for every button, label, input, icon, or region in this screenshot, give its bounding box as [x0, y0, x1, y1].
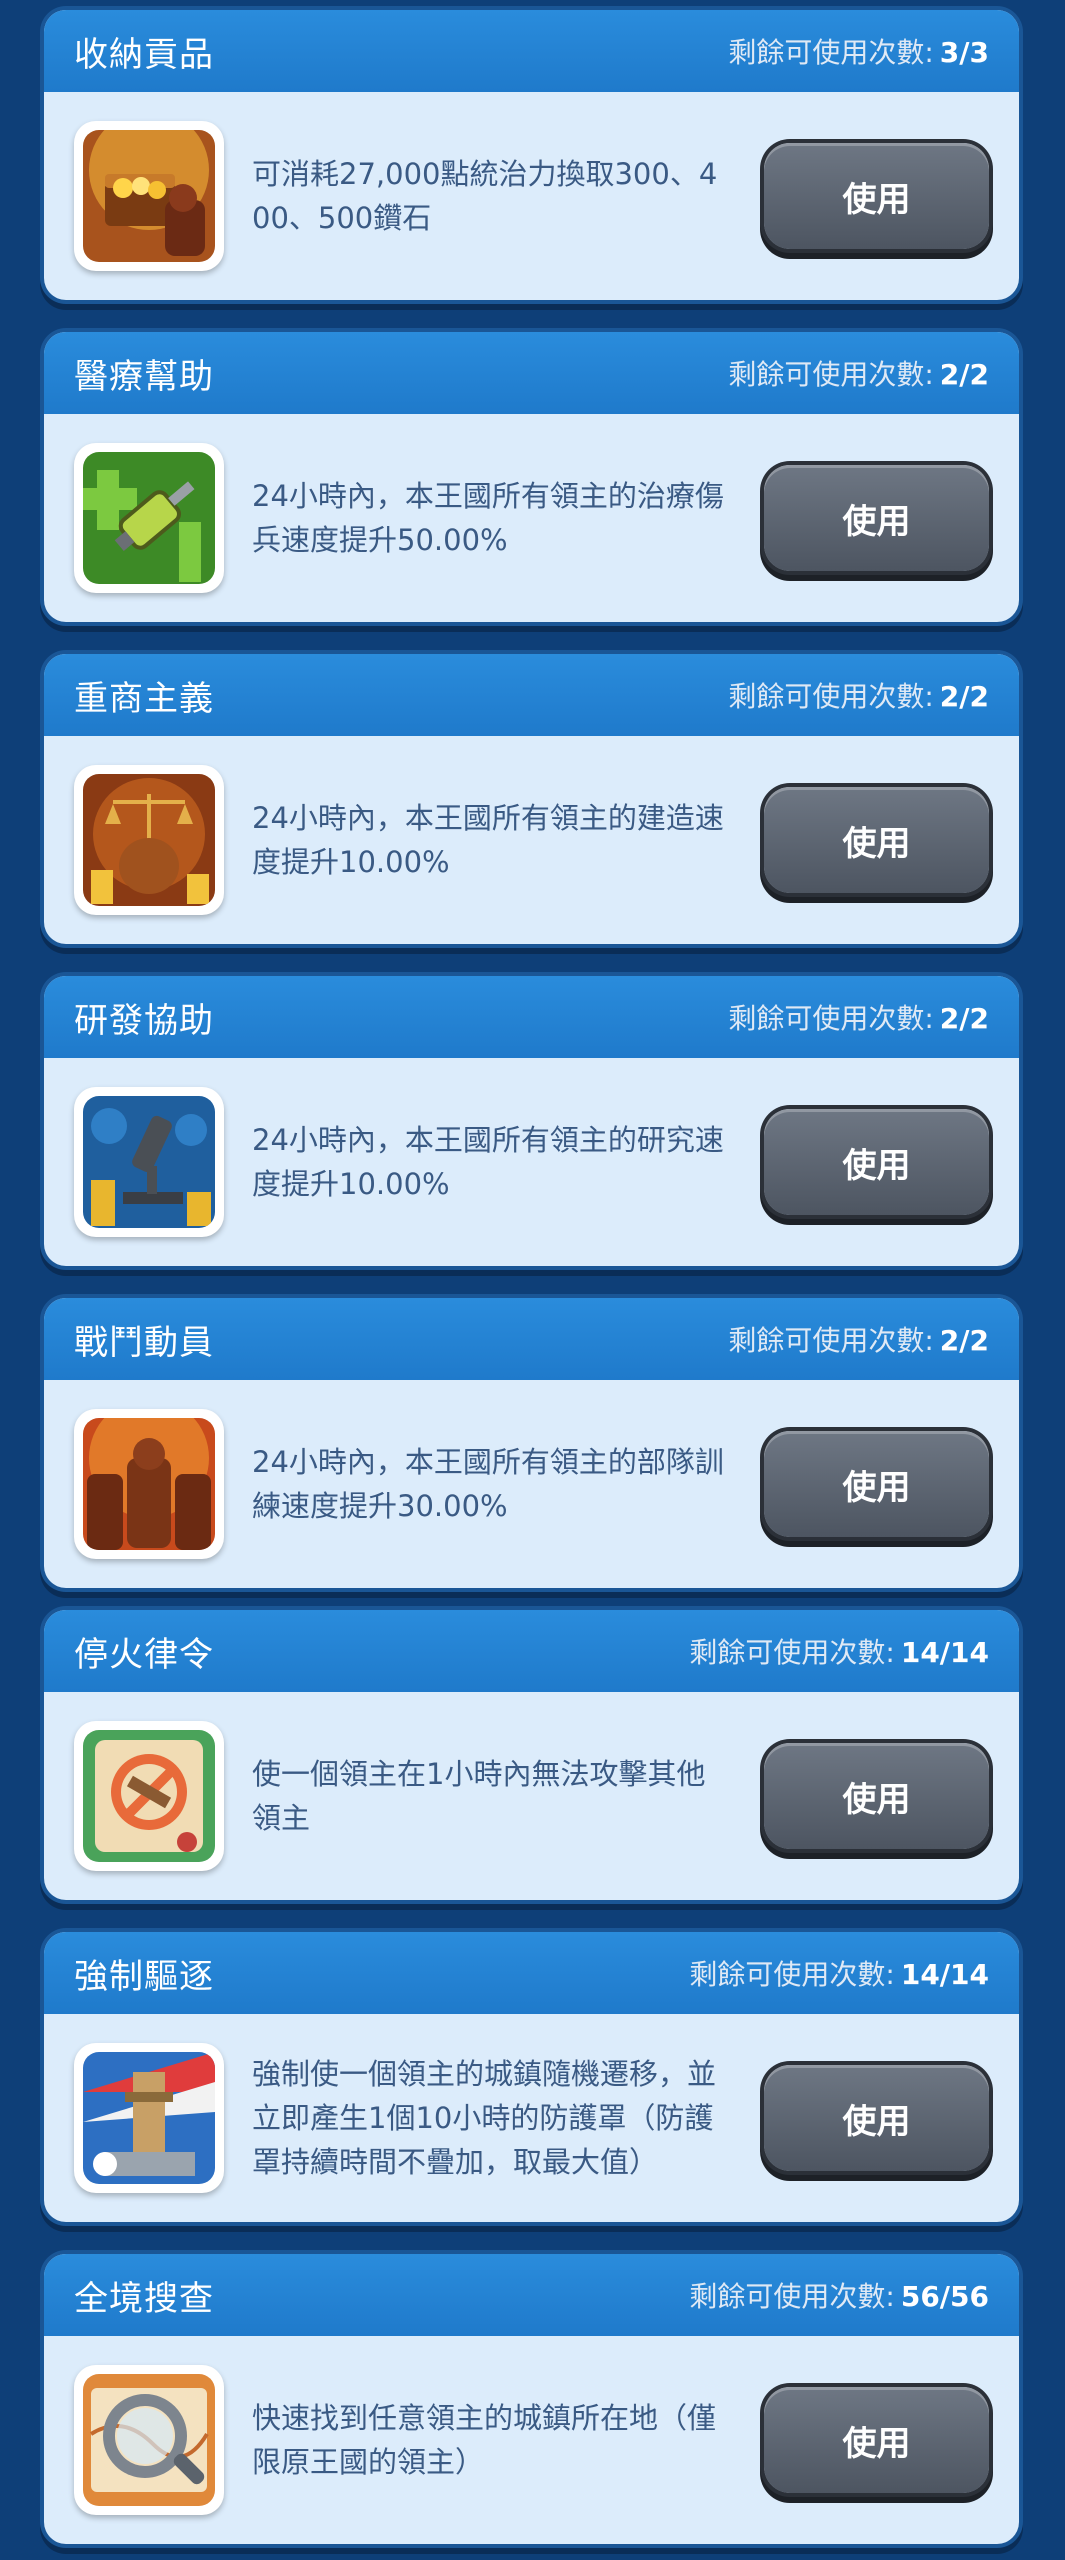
remaining-uses: 剩餘可使用次數: 14/14 — [689, 1953, 989, 1993]
card-title: 收納貢品 — [74, 34, 214, 75]
item-description: 強制使一個領主的城鎮隨機遷移，並立即產生1個10小時的防護罩（防護罩持續時間不疊… — [252, 2057, 717, 2179]
remaining-uses-count: 3/3 — [939, 36, 989, 69]
card-header: 全境搜查 剩餘可使用次數: 56/56 — [44, 2254, 1019, 2336]
card-body: 24小時內，本王國所有領主的建造速度提升10.00% 使用 — [44, 736, 1019, 944]
use-button[interactable]: 使用 — [764, 143, 989, 249]
remaining-uses-count: 2/2 — [939, 1002, 989, 1035]
kingdom-skill-list: 收納貢品 剩餘可使用次數: 3/3 可消耗27,000點統治力換取300、400… — [0, 0, 1065, 2560]
use-button[interactable]: 使用 — [764, 1431, 989, 1537]
medical-syringe-icon — [83, 452, 215, 584]
item-description: 24小時內，本王國所有領主的研究速度提升10.00% — [252, 1123, 724, 1201]
use-button[interactable]: 使用 — [764, 465, 989, 571]
item-description: 24小時內，本王國所有領主的建造速度提升10.00% — [252, 801, 724, 879]
card-title: 研發協助 — [74, 1000, 214, 1041]
icon-frame — [74, 1721, 224, 1871]
remaining-uses: 剩餘可使用次數: 2/2 — [728, 675, 989, 715]
remaining-uses-count: 14/14 — [900, 1958, 989, 1991]
card-title: 重商主義 — [74, 678, 214, 719]
remaining-uses-count: 14/14 — [900, 1636, 989, 1669]
remaining-uses-label: 剩餘可使用次數: — [689, 2280, 895, 2313]
card-body: 快速找到任意領主的城鎮所在地（僅限原王國的領主） 使用 — [44, 2336, 1019, 2544]
remaining-uses-label: 剩餘可使用次數: — [728, 1002, 934, 1035]
icon-frame — [74, 443, 224, 593]
remaining-uses: 剩餘可使用次數: 14/14 — [689, 1631, 989, 1671]
remaining-uses: 剩餘可使用次數: 56/56 — [689, 2275, 989, 2315]
icon-frame — [74, 1087, 224, 1237]
card-header: 強制驅逐 剩餘可使用次數: 14/14 — [44, 1932, 1019, 2014]
card-body: 使一個領主在1小時內無法攻擊其他領主 使用 — [44, 1692, 1019, 1900]
remaining-uses-label: 剩餘可使用次數: — [689, 1636, 895, 1669]
icon-frame — [74, 2043, 224, 2193]
skill-card-medical: 醫療幫助 剩餘可使用次數: 2/2 24小時內，本王國所有領主的治療傷兵速度提升… — [44, 332, 1019, 622]
skill-card-mercantilism: 重商主義 剩餘可使用次數: 2/2 24小時內，本王國所有領主的建造速度提升10… — [44, 654, 1019, 944]
skill-card-mobilize: 戰鬥動員 剩餘可使用次數: 2/2 24小時內，本王國所有領主的部隊訓練速度提升3… — [44, 1298, 1019, 1588]
use-button[interactable]: 使用 — [764, 2065, 989, 2171]
card-title: 醫療幫助 — [74, 356, 214, 397]
skill-card-tribute: 收納貢品 剩餘可使用次數: 3/3 可消耗27,000點統治力換取300、400… — [44, 10, 1019, 300]
remaining-uses-label: 剩餘可使用次數: — [728, 1324, 934, 1357]
card-body: 可消耗27,000點統治力換取300、400、500鑽石 使用 — [44, 92, 1019, 300]
troops-mobilize-icon — [83, 1418, 215, 1550]
icon-frame — [74, 765, 224, 915]
card-header: 停火律令 剩餘可使用次數: 14/14 — [44, 1610, 1019, 1692]
remaining-uses-label: 剩餘可使用次數: — [728, 36, 934, 69]
card-header: 收納貢品 剩餘可使用次數: 3/3 — [44, 10, 1019, 92]
card-header: 重商主義 剩餘可使用次數: 2/2 — [44, 654, 1019, 736]
ceasefire-scroll-icon — [83, 1730, 215, 1862]
remaining-uses: 剩餘可使用次數: 2/2 — [728, 997, 989, 1037]
merchant-scales-icon — [83, 774, 215, 906]
item-description: 快速找到任意領主的城鎮所在地（僅限原王國的領主） — [252, 2401, 717, 2479]
use-button[interactable]: 使用 — [764, 787, 989, 893]
skill-card-forced-relocation: 強制驅逐 剩餘可使用次數: 14/14 強制使一個領主的城鎮隨機遷移，並立即產生… — [44, 1932, 1019, 2222]
card-body: 強制使一個領主的城鎮隨機遷移，並立即產生1個10小時的防護罩（防護罩持續時間不疊… — [44, 2014, 1019, 2222]
treasure-chest-icon — [83, 130, 215, 262]
relocate-castle-icon — [83, 2052, 215, 2184]
use-button[interactable]: 使用 — [764, 1743, 989, 1849]
card-header: 醫療幫助 剩餘可使用次數: 2/2 — [44, 332, 1019, 414]
icon-frame — [74, 2365, 224, 2515]
remaining-uses-label: 剩餘可使用次數: — [728, 680, 934, 713]
item-description: 可消耗27,000點統治力換取300、400、500鑽石 — [252, 157, 718, 235]
remaining-uses: 剩餘可使用次數: 3/3 — [728, 31, 989, 71]
remaining-uses-count: 2/2 — [939, 1324, 989, 1357]
card-title: 戰鬥動員 — [74, 1322, 214, 1363]
remaining-uses-count: 2/2 — [939, 358, 989, 391]
card-body: 24小時內，本王國所有領主的治療傷兵速度提升50.00% 使用 — [44, 414, 1019, 622]
item-description: 使一個領主在1小時內無法攻擊其他領主 — [252, 1757, 706, 1835]
remaining-uses-count: 2/2 — [939, 680, 989, 713]
icon-frame — [74, 1409, 224, 1559]
search-map-icon — [83, 2374, 215, 2506]
card-body: 24小時內，本王國所有領主的研究速度提升10.00% 使用 — [44, 1058, 1019, 1266]
remaining-uses-label: 剩餘可使用次數: — [689, 1958, 895, 1991]
remaining-uses-count: 56/56 — [900, 2280, 989, 2313]
card-title: 停火律令 — [74, 1634, 214, 1675]
skill-card-ceasefire: 停火律令 剩餘可使用次數: 14/14 使一個領主在1小時內無法攻擊其他領主 使… — [44, 1610, 1019, 1900]
remaining-uses: 剩餘可使用次數: 2/2 — [728, 353, 989, 393]
skill-card-research: 研發協助 剩餘可使用次數: 2/2 24小時內，本王國所有領主的研究速度提升10… — [44, 976, 1019, 1266]
use-button[interactable]: 使用 — [764, 1109, 989, 1215]
remaining-uses: 剩餘可使用次數: 2/2 — [728, 1319, 989, 1359]
research-microscope-icon — [83, 1096, 215, 1228]
card-title: 強制驅逐 — [74, 1956, 214, 1997]
card-header: 研發協助 剩餘可使用次數: 2/2 — [44, 976, 1019, 1058]
icon-frame — [74, 121, 224, 271]
item-description: 24小時內，本王國所有領主的部隊訓練速度提升30.00% — [252, 1445, 724, 1523]
card-body: 24小時內，本王國所有領主的部隊訓練速度提升30.00% 使用 — [44, 1380, 1019, 1588]
card-header: 戰鬥動員 剩餘可使用次數: 2/2 — [44, 1298, 1019, 1380]
card-title: 全境搜查 — [74, 2278, 214, 2319]
item-description: 24小時內，本王國所有領主的治療傷兵速度提升50.00% — [252, 479, 724, 557]
skill-card-search: 全境搜查 剩餘可使用次數: 56/56 快速找到任意領主的城鎮所在地（僅限原王國的… — [44, 2254, 1019, 2544]
remaining-uses-label: 剩餘可使用次數: — [728, 358, 934, 391]
use-button[interactable]: 使用 — [764, 2387, 989, 2493]
